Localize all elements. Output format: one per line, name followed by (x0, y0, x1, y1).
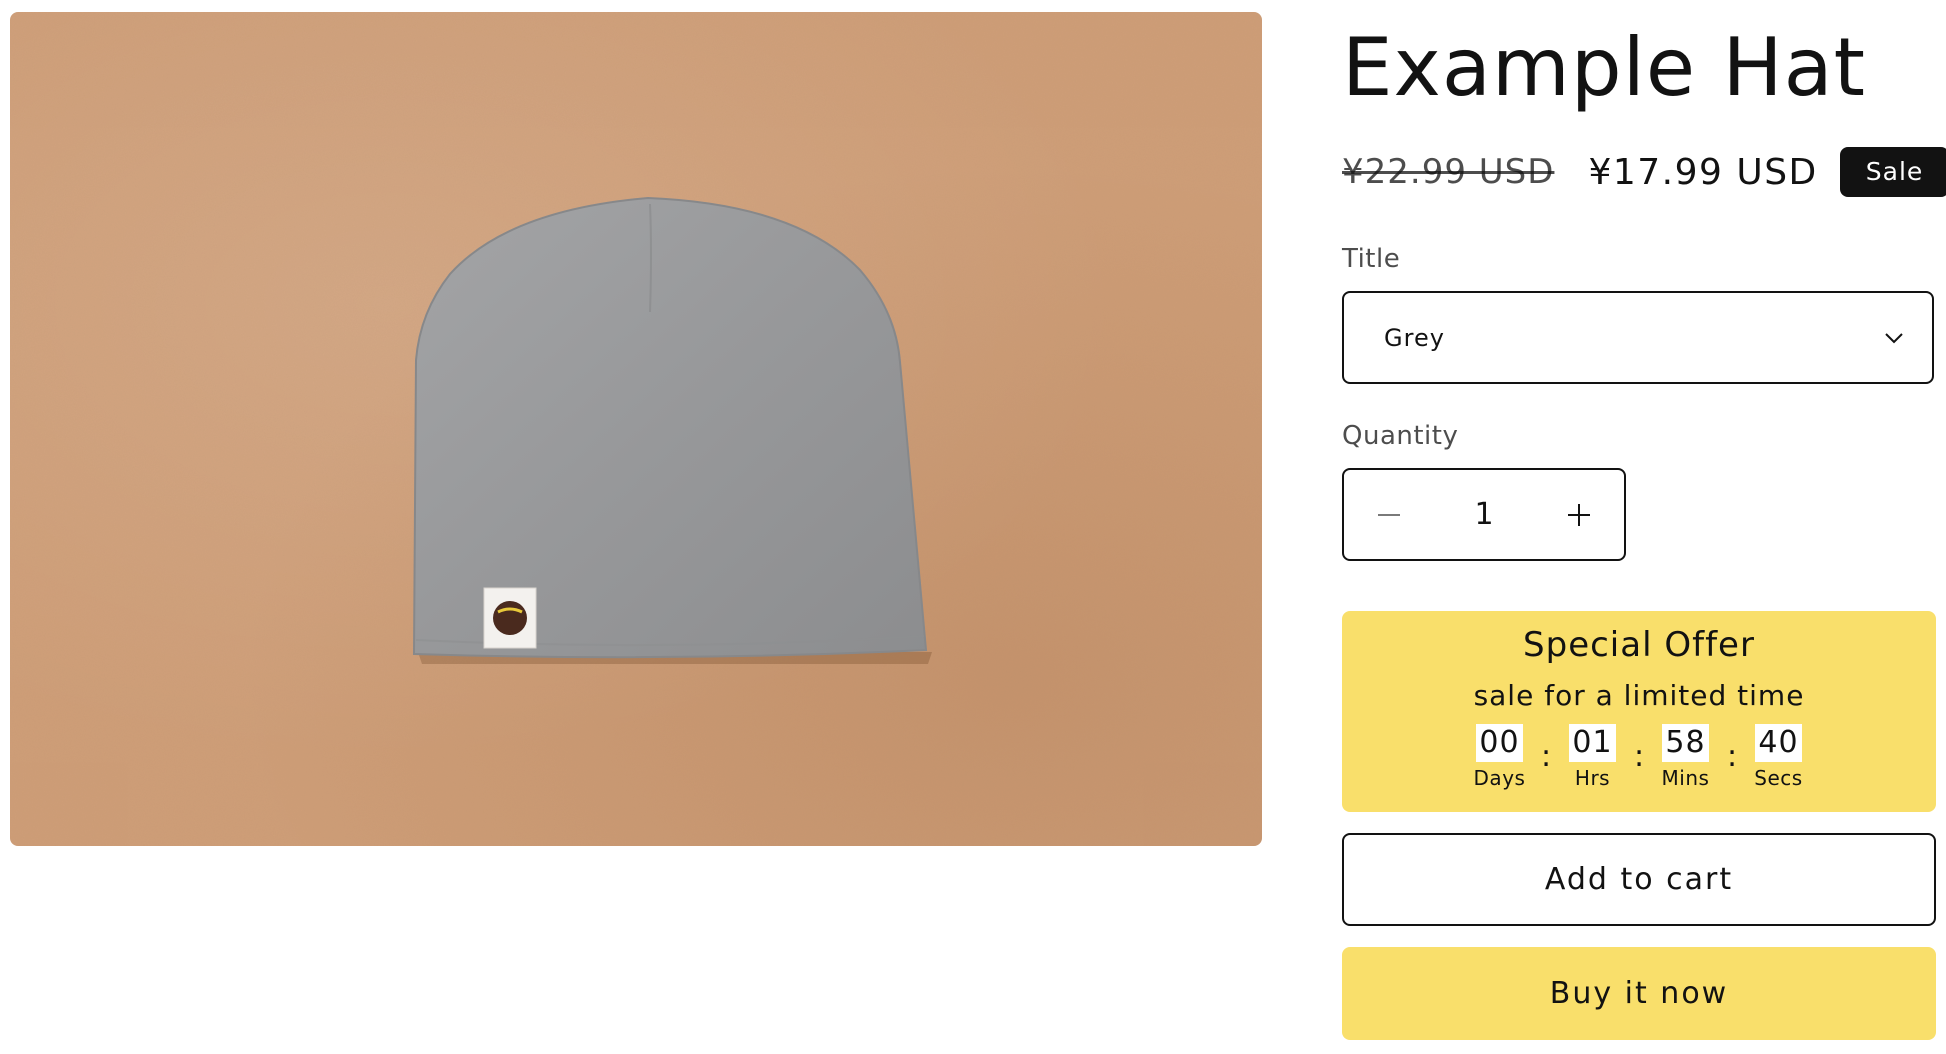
countdown-timer: 00 Days : 01 Hrs : 58 Mins : 40 Secs (1342, 724, 1936, 790)
quantity-input[interactable]: 1 (1434, 497, 1534, 532)
price-row: ¥22.99 USD ¥17.99 USD Sale (1342, 146, 1946, 198)
plus-icon (1568, 503, 1590, 526)
timer-seconds-value: 40 (1755, 724, 1802, 762)
quantity-decrease-button[interactable] (1344, 470, 1434, 559)
quantity-stepper: 1 (1342, 468, 1626, 561)
timer-minutes-label: Mins (1661, 766, 1710, 790)
timer-days-value: 00 (1476, 724, 1523, 762)
offer-subtitle: sale for a limited time (1473, 679, 1805, 712)
minus-icon (1378, 513, 1400, 516)
product-page: Example Hat ¥22.99 USD ¥17.99 USD Sale T… (0, 0, 1946, 1054)
special-offer-box: Special Offer sale for a limited time 00… (1342, 611, 1936, 812)
timer-hours-label: Hrs (1574, 766, 1611, 790)
quantity-increase-button[interactable] (1534, 470, 1624, 559)
product-image[interactable] (10, 12, 1262, 846)
timer-separator: : (1726, 739, 1738, 774)
offer-title: Special Offer (1523, 625, 1755, 665)
timer-hours-value: 01 (1569, 724, 1616, 762)
product-title: Example Hat (1342, 21, 1867, 114)
chevron-down-icon (1884, 332, 1904, 344)
timer-seconds-label: Secs (1754, 766, 1803, 790)
timer-days-label: Days (1473, 766, 1526, 790)
timer-seconds: 40 Secs (1744, 724, 1814, 790)
timer-days: 00 Days (1465, 724, 1535, 790)
timer-hours: 01 Hrs (1558, 724, 1628, 790)
variant-select[interactable]: Grey (1342, 291, 1934, 384)
variant-select-value: Grey (1384, 323, 1445, 352)
timer-separator: : (1540, 739, 1552, 774)
timer-minutes: 58 Mins (1651, 724, 1721, 790)
timer-separator: : (1633, 739, 1645, 774)
timer-minutes-value: 58 (1662, 724, 1709, 762)
hat-illustration (10, 12, 1262, 846)
compare-at-price: ¥22.99 USD (1342, 152, 1555, 192)
quantity-label: Quantity (1342, 421, 1459, 451)
sale-badge: Sale (1839, 147, 1946, 197)
sale-price: ¥17.99 USD (1588, 151, 1818, 193)
variant-label: Title (1342, 244, 1401, 274)
add-to-cart-button[interactable]: Add to cart (1342, 833, 1936, 926)
buy-now-button[interactable]: Buy it now (1342, 947, 1936, 1040)
